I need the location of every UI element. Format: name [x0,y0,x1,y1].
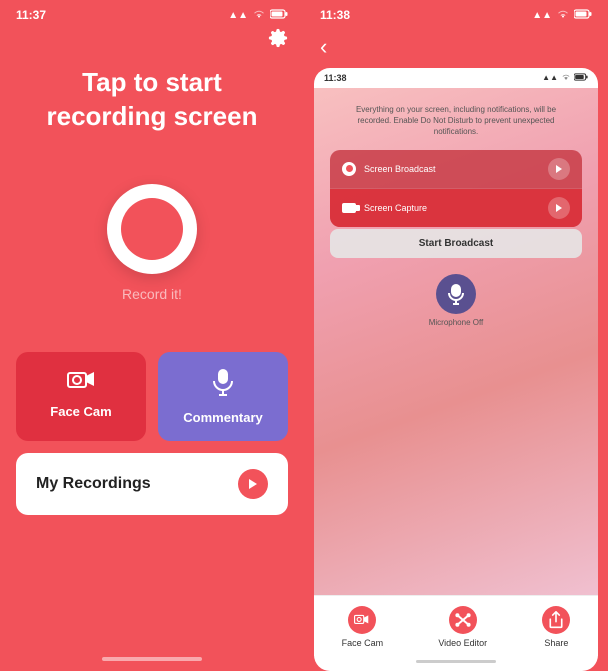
mic-button[interactable] [436,274,476,314]
left-panel: 11:37 ▲▲ Tap to s [0,0,304,671]
camera-icon [67,368,95,396]
right-panel: 11:38 ▲▲ ‹ 11:38 ▲ [304,0,608,671]
commentary-label: Commentary [183,410,262,425]
inner-time: 11:38 [324,73,347,83]
tab-share[interactable]: Share [542,606,570,648]
screen-broadcast-row[interactable]: Screen Broadcast [330,150,582,189]
play-icon [238,469,268,499]
battery-icon-right [574,9,592,22]
battery-icon-left [270,9,288,22]
status-bar-right: 11:38 ▲▲ [304,0,608,26]
gear-button[interactable] [268,28,288,54]
record-button-inner [121,198,183,260]
inner-status-bar: 11:38 ▲▲ [314,68,598,88]
my-recordings-label: My Recordings [36,475,151,493]
screen-capture-row[interactable]: Screen Capture [330,189,582,227]
record-button[interactable] [107,184,197,274]
microphone-section: Microphone Off [429,274,484,327]
status-icons-right: ▲▲ [532,9,592,22]
share-tab-label: Share [544,638,568,648]
tab-face-cam[interactable]: Face Cam [342,606,384,648]
play-broadcast-icon[interactable] [548,158,570,180]
status-bar-left: 11:37 ▲▲ [0,0,304,26]
video-editor-tab-icon [449,606,477,634]
home-indicator-left [102,657,202,661]
wifi-icon-right [556,9,570,22]
time-left: 11:37 [16,8,46,22]
tab-video-editor[interactable]: Video Editor [438,606,487,648]
inner-status-icons: ▲▲ [542,73,588,83]
signal-icon-left: ▲▲ [228,10,248,21]
commentary-button[interactable]: Commentary [158,352,288,441]
wifi-icon-left [252,9,266,22]
broadcast-bg: Everything on your screen, including not… [314,88,598,595]
inner-battery [574,73,588,83]
my-recordings-button[interactable]: My Recordings [16,453,288,515]
share-tab-icon [542,606,570,634]
face-cam-tab-icon [348,606,376,634]
face-cam-tab-label: Face Cam [342,638,384,648]
video-editor-tab-label: Video Editor [438,638,487,648]
inner-signal: ▲▲ [542,73,558,83]
record-label: Record it! [122,286,182,302]
face-cam-label: Face Cam [50,404,111,419]
face-cam-button[interactable]: Face Cam [16,352,146,441]
bottom-tabs: Face Cam Video Editor [314,595,598,656]
inner-phone: 11:38 ▲▲ [314,68,598,671]
status-icons-left: ▲▲ [228,9,288,22]
back-button[interactable]: ‹ [304,26,608,68]
time-right: 11:38 [320,8,350,22]
inner-wifi [561,73,571,83]
record-button-container [107,184,197,274]
broadcast-card: Screen Broadcast Screen Capture [330,150,582,227]
mic-label: Microphone Off [429,318,484,327]
broadcast-text: Everything on your screen, including not… [330,104,582,138]
play-capture-icon[interactable] [548,197,570,219]
start-broadcast-button[interactable]: Start Broadcast [330,229,582,258]
signal-icon-right: ▲▲ [532,10,552,21]
screen-broadcast-label: Screen Broadcast [364,164,548,174]
bottom-buttons: Face Cam Commentary [16,352,288,441]
home-indicator-right [416,660,496,663]
microphone-icon [212,368,234,402]
main-title: Tap to start recording screen [0,66,304,134]
screen-capture-label: Screen Capture [364,203,548,213]
